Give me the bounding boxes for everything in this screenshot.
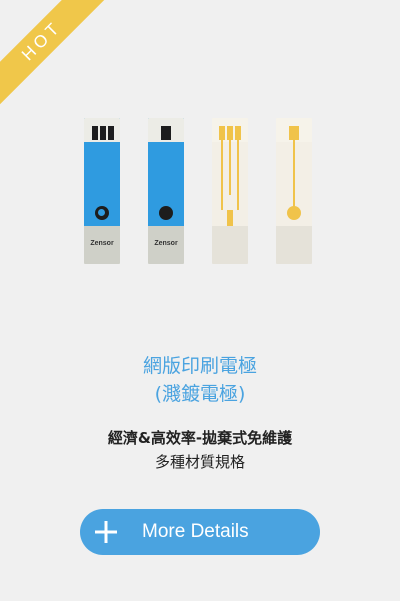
product-desc-line1: 經濟&高效率-拋棄式免維護 xyxy=(107,429,293,447)
hot-badge: HOT xyxy=(0,0,120,120)
more-details-label: More Details xyxy=(142,521,249,542)
hot-badge-label: HOT xyxy=(0,0,110,109)
product-desc-line2: 多種材質規格 xyxy=(154,453,245,471)
plus-icon xyxy=(94,509,118,555)
electrode-strip-blue-1: Zensor xyxy=(84,118,120,264)
strip-brand-label: Zensor xyxy=(154,240,178,247)
electrode-strip-clear-2 xyxy=(276,118,312,264)
product-image: Zensor Zensor xyxy=(78,118,324,268)
product-title: 網版印刷電極 (濺鍍電極) xyxy=(0,352,400,408)
more-details-button[interactable]: More Details xyxy=(80,509,320,555)
product-title-line2: (濺鍍電極) xyxy=(154,383,246,405)
product-description: 經濟&高效率-拋棄式免維護 多種材質規格 xyxy=(0,426,400,474)
electrode-strip-blue-2: Zensor xyxy=(148,118,184,264)
product-card: HOT Zensor Zensor 網版印刷電極 (濺鍍電極) 經濟&高效率-拋… xyxy=(0,0,400,601)
product-title-line1: 網版印刷電極 xyxy=(142,355,257,377)
strip-brand-label: Zensor xyxy=(90,240,114,247)
electrode-strip-clear-1 xyxy=(212,118,248,264)
